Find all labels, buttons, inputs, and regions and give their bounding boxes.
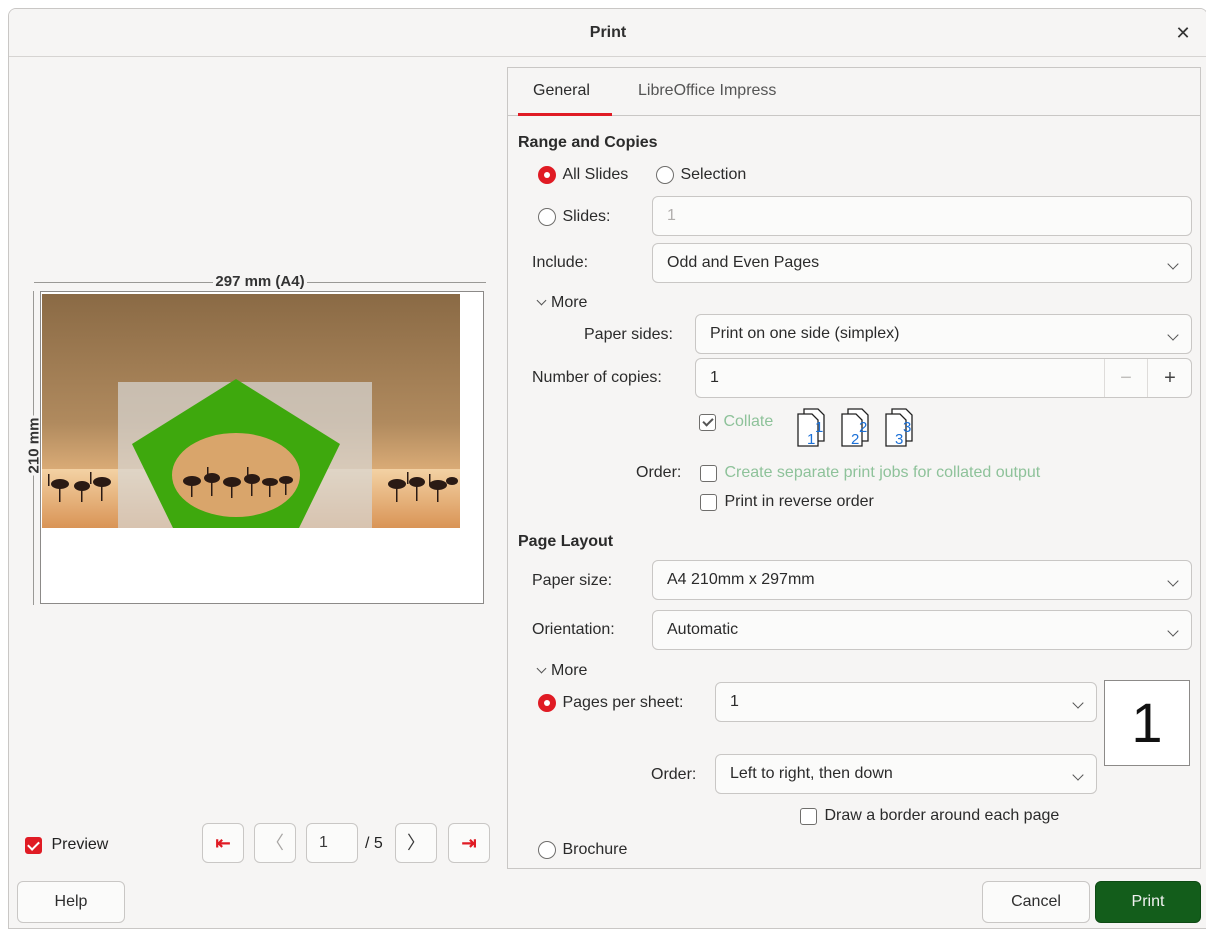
- decrement-button[interactable]: −: [1105, 359, 1147, 397]
- collate-label: Collate: [723, 413, 774, 430]
- include-value: Odd and Even Pages: [667, 254, 820, 271]
- paper-size-label: Paper size:: [532, 572, 613, 589]
- help-button[interactable]: Help: [17, 881, 125, 923]
- order-label-copies: Order:: [636, 464, 682, 481]
- increment-button[interactable]: +: [1149, 359, 1191, 397]
- page-total-label: / 5: [365, 835, 383, 852]
- svg-text:2: 2: [859, 419, 867, 436]
- slides-range-input[interactable]: 1: [652, 196, 1192, 236]
- include-label: Include:: [532, 254, 589, 271]
- dialog-title: Print: [589, 24, 627, 41]
- selection-radio-row[interactable]: Selection: [656, 166, 746, 184]
- last-page-button[interactable]: ⇥: [448, 823, 490, 863]
- pages-per-sheet-dropdown[interactable]: 1: [715, 682, 1097, 722]
- brochure-radio-row[interactable]: Brochure: [538, 841, 627, 859]
- all-slides-label: All Slides: [562, 166, 629, 183]
- print-button[interactable]: Print: [1095, 881, 1201, 923]
- pages-per-sheet-value: 1: [730, 693, 739, 710]
- chevron-down-icon: [536, 663, 547, 674]
- chevron-down-icon: [1072, 769, 1084, 781]
- close-icon[interactable]: ✕: [1171, 21, 1195, 45]
- include-dropdown[interactable]: Odd and Even Pages: [652, 243, 1192, 283]
- more-label: More: [551, 662, 588, 679]
- chevron-down-icon: [536, 295, 547, 306]
- chevron-down-icon: [1167, 258, 1179, 270]
- separate-jobs-checkbox[interactable]: [700, 464, 717, 482]
- chevron-down-icon: [1167, 625, 1179, 637]
- copies-value: 1: [710, 369, 719, 386]
- selection-radio[interactable]: [656, 166, 674, 184]
- chevron-down-icon: [1167, 575, 1179, 587]
- paper-sides-value: Print on one side (simplex): [710, 325, 900, 342]
- page-width-label: 297 mm (A4): [213, 273, 307, 290]
- collate-pages-icon: 11 22 33: [797, 408, 913, 447]
- sheet-layout-preview: 1: [1104, 680, 1190, 766]
- tab-bar: General LibreOffice Impress: [508, 68, 1200, 116]
- next-page-button[interactable]: 〉: [395, 823, 437, 863]
- page-layout-heading: Page Layout: [518, 533, 614, 550]
- svg-text:1: 1: [815, 419, 823, 436]
- reverse-order-row[interactable]: Print in reverse order: [700, 493, 874, 511]
- more-expander-layout[interactable]: More: [536, 662, 588, 680]
- cancel-button[interactable]: Cancel: [982, 881, 1090, 923]
- pages-per-sheet-radio[interactable]: [538, 694, 556, 712]
- first-page-button[interactable]: ⇤: [202, 823, 244, 863]
- svg-text:3: 3: [895, 431, 903, 447]
- tab-general[interactable]: General: [533, 82, 590, 100]
- page-order-value: Left to right, then down: [730, 765, 893, 782]
- selection-label: Selection: [680, 166, 747, 183]
- chevron-down-icon: [1072, 697, 1084, 709]
- copies-spinbox[interactable]: 1 − +: [695, 358, 1192, 398]
- orientation-dropdown[interactable]: Automatic: [652, 610, 1192, 650]
- print-preview-page: [40, 291, 484, 604]
- reverse-order-checkbox[interactable]: [700, 493, 717, 511]
- settings-panel: General LibreOffice Impress Range and Co…: [507, 67, 1201, 869]
- slides-radio-row[interactable]: Slides:: [538, 208, 610, 226]
- pages-per-sheet-radio-row[interactable]: Pages per sheet:: [538, 694, 683, 712]
- chevron-down-icon: [1167, 329, 1179, 341]
- border-label: Draw a border around each page: [824, 807, 1060, 824]
- reverse-order-label: Print in reverse order: [724, 493, 874, 510]
- page-width-dimension: 297 mm (A4): [34, 273, 486, 291]
- paper-sides-dropdown[interactable]: Print on one side (simplex): [695, 314, 1192, 354]
- brochure-label: Brochure: [562, 841, 628, 858]
- svg-text:3: 3: [903, 419, 911, 436]
- svg-text:1: 1: [807, 431, 815, 447]
- range-copies-heading: Range and Copies: [518, 134, 658, 151]
- tab-libreoffice-impress[interactable]: LibreOffice Impress: [638, 82, 776, 100]
- all-slides-radio[interactable]: [538, 166, 556, 184]
- svg-text:2: 2: [851, 431, 859, 447]
- separate-jobs-label: Create separate print jobs for collated …: [724, 464, 1041, 481]
- more-label: More: [551, 294, 588, 311]
- page-order-dropdown[interactable]: Left to right, then down: [715, 754, 1097, 794]
- slides-radio[interactable]: [538, 208, 556, 226]
- preview-label: Preview: [51, 836, 109, 853]
- active-tab-indicator: [518, 113, 612, 116]
- previous-page-button[interactable]: 〈: [254, 823, 296, 863]
- separate-jobs-row[interactable]: Create separate print jobs for collated …: [700, 464, 1040, 482]
- slide-thumbnail: [42, 294, 460, 528]
- page-number-input[interactable]: 1: [306, 823, 358, 863]
- print-dialog: Print ✕ 297 mm (A4) 210 mm Preview ⇤ 〈 1…: [8, 8, 1206, 929]
- copies-label: Number of copies:: [532, 369, 662, 386]
- slides-label: Slides:: [562, 208, 611, 225]
- pages-per-sheet-label: Pages per sheet:: [562, 694, 684, 711]
- preview-checkbox[interactable]: [25, 836, 42, 854]
- paper-size-dropdown[interactable]: A4 210mm x 297mm: [652, 560, 1192, 600]
- more-expander-range[interactable]: More: [536, 294, 588, 312]
- collate-row[interactable]: Collate: [699, 413, 773, 431]
- paper-size-value: A4 210mm x 297mm: [667, 571, 815, 588]
- border-row[interactable]: Draw a border around each page: [800, 807, 1059, 825]
- brochure-radio[interactable]: [538, 841, 556, 859]
- preview-checkbox-row[interactable]: Preview: [25, 836, 108, 854]
- collate-checkbox[interactable]: [699, 413, 716, 431]
- border-checkbox[interactable]: [800, 807, 817, 825]
- paper-sides-label: Paper sides:: [584, 326, 673, 343]
- orientation-label: Orientation:: [532, 621, 615, 638]
- orientation-value: Automatic: [667, 621, 739, 638]
- all-slides-radio-row[interactable]: All Slides: [538, 166, 628, 184]
- order-label-layout: Order:: [651, 766, 697, 783]
- title-bar: Print ✕: [9, 9, 1206, 57]
